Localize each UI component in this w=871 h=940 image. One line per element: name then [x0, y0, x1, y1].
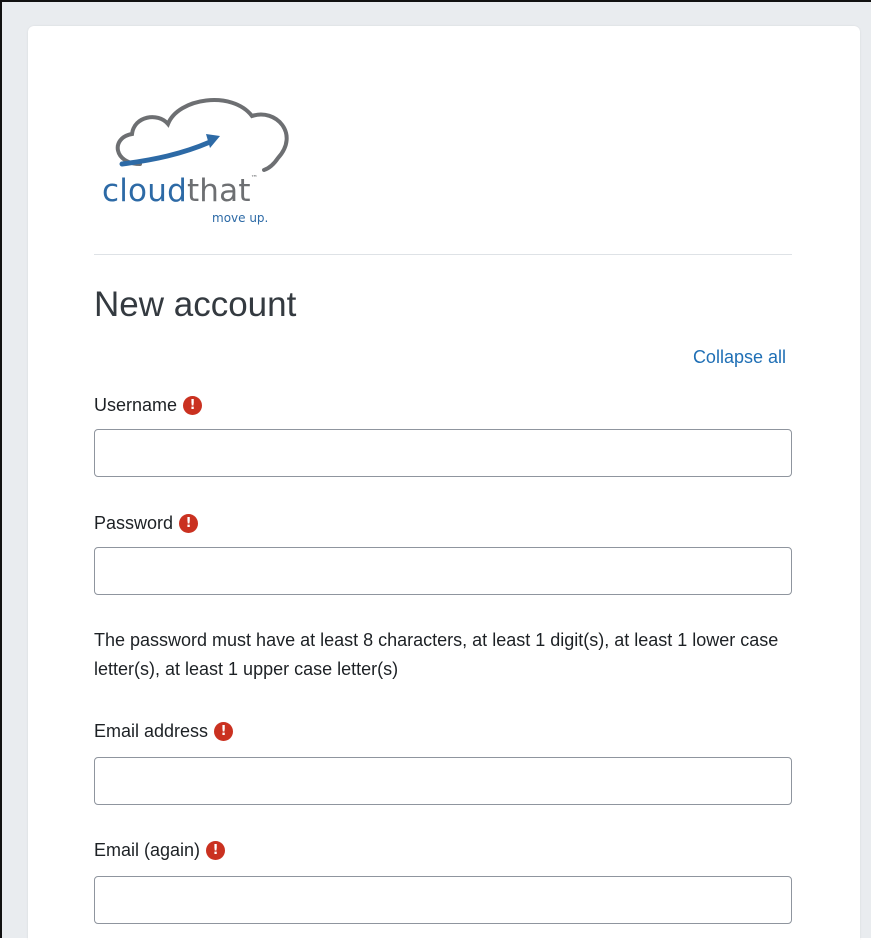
username-label-text: Username [94, 395, 178, 415]
password-label-text: Password [94, 513, 174, 533]
logo-word-that: that [186, 173, 251, 209]
username-input[interactable] [94, 429, 792, 477]
required-icon: ! [183, 395, 203, 415]
required-icon: ! [214, 721, 234, 741]
email-again-label: Email (again) ! [94, 839, 226, 861]
required-icon: ! [179, 513, 199, 533]
email-label-text: Email address [94, 721, 209, 741]
page-title: New account [94, 285, 297, 324]
cloud-arrow-icon [115, 98, 289, 172]
required-icon: ! [206, 840, 226, 860]
logo-word-cloud: cloud [102, 173, 187, 209]
logo-trademark: ™ [250, 174, 258, 182]
signup-card: cloudthat™ move up. New account Collapse… [28, 26, 860, 940]
logo-wordmark: cloudthat™ [102, 173, 258, 209]
password-policy-text: The password must have at least 8 charac… [94, 630, 779, 679]
email-label: Email address ! [94, 720, 234, 742]
collapse-all-link[interactable]: Collapse all [693, 347, 786, 369]
page-frame: cloudthat™ move up. New account Collapse… [0, 0, 871, 940]
header-divider [94, 254, 792, 255]
cloudthat-logo[interactable]: cloudthat™ move up. [102, 94, 298, 230]
email-input[interactable] [94, 757, 792, 805]
logo-tagline: move up. [212, 211, 269, 225]
email-again-input[interactable] [94, 876, 792, 924]
username-label: Username ! [94, 394, 203, 416]
password-input[interactable] [94, 547, 792, 595]
email-again-label-text: Email (again) [94, 840, 201, 860]
password-label: Password ! [94, 512, 199, 534]
